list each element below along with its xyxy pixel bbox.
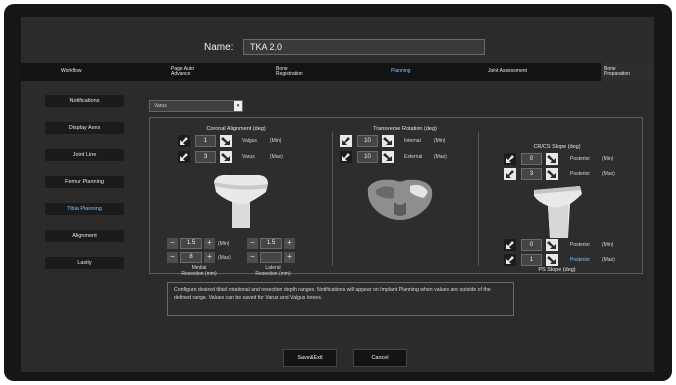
increase-arrow-icon[interactable]: [546, 239, 558, 251]
transverse-max-limit: (Max): [434, 154, 447, 160]
ps-slope-min-limit: (Min): [602, 242, 614, 248]
coronal-alignment-title: Coronal Alignment (deg): [206, 126, 266, 132]
cr-slope-min-value[interactable]: 0: [521, 153, 542, 165]
tibia-transverse-model-image: [367, 179, 433, 220]
min-label: (Min): [218, 241, 230, 247]
save-exit-button[interactable]: Save&Exit: [283, 349, 337, 367]
cr-slope-max-limit: (Max): [602, 171, 615, 177]
lateral-max-value[interactable]: [260, 252, 282, 263]
cr-slope-min-direction: Posterior: [570, 156, 591, 162]
screen: Name: TKA 2.0 Workflow Page Auto Advance…: [21, 17, 654, 372]
medial-max-decrement[interactable]: −: [167, 252, 178, 263]
lateral-max-decrement[interactable]: −: [247, 252, 258, 263]
tibia-sagittal-model-image: [534, 186, 582, 238]
workflow-steps-bar: Workflow Page Auto Advance Bone Registra…: [21, 63, 654, 81]
increase-arrow-icon[interactable]: [382, 135, 394, 147]
medial-max-increment[interactable]: +: [204, 252, 215, 263]
ps-slope-min-value[interactable]: 0: [521, 239, 542, 251]
device-bezel: Name: TKA 2.0 Workflow Page Auto Advance…: [4, 4, 672, 381]
coronal-min-value[interactable]: 1: [195, 135, 216, 147]
step-joint-assessment[interactable]: Joint Assessment: [488, 63, 527, 81]
ps-slope-max-value[interactable]: 1: [521, 254, 542, 266]
lateral-max-increment[interactable]: +: [284, 252, 295, 263]
medial-max-value[interactable]: 8: [180, 252, 202, 263]
step-planning[interactable]: Planning: [391, 63, 410, 81]
decrease-arrow-icon[interactable]: [178, 151, 190, 163]
info-message: Configure desired tibial rotational and …: [167, 282, 514, 316]
cr-cs-slope-title: CR/CS Slope (deg): [533, 144, 581, 150]
medial-min-decrement[interactable]: −: [167, 238, 178, 249]
increase-arrow-icon[interactable]: [546, 254, 558, 266]
ps-slope-min-direction: Posterior: [570, 242, 591, 248]
increase-arrow-icon[interactable]: [220, 135, 232, 147]
decrease-arrow-icon[interactable]: [340, 151, 352, 163]
transverse-min-limit: (Min): [434, 138, 446, 144]
lateral-min-increment[interactable]: +: [284, 238, 295, 249]
sidebar-item-alignment[interactable]: Alignment: [45, 230, 124, 242]
chevron-down-icon: ▾: [234, 101, 242, 111]
increase-arrow-icon[interactable]: [546, 168, 558, 180]
ps-slope-max-limit: (Max): [602, 257, 615, 263]
increase-arrow-icon[interactable]: [546, 153, 558, 165]
sidebar-item-joint-line[interactable]: Joint Line: [45, 149, 124, 161]
coronal-max-value[interactable]: 3: [195, 151, 216, 163]
step-workflow[interactable]: Workflow: [61, 63, 81, 81]
cr-slope-min-limit: (Min): [602, 156, 614, 162]
increase-arrow-icon[interactable]: [382, 151, 394, 163]
name-input[interactable]: TKA 2.0: [243, 39, 485, 55]
coronal-min-direction: Valgus: [242, 138, 257, 144]
sidebar-item-tibia-planning[interactable]: Tibia Planning: [45, 203, 124, 215]
decrease-arrow-icon[interactable]: [504, 254, 516, 266]
panel-divider: [478, 132, 479, 266]
medial-min-value[interactable]: 1.5: [180, 238, 202, 249]
transverse-max-direction: External: [404, 154, 423, 160]
coronal-max-limit: (Max): [270, 154, 283, 160]
coronal-min-limit: (Min): [270, 138, 282, 144]
max-label: (Max): [218, 255, 231, 261]
sidebar-item-display-axes[interactable]: Display Axes: [45, 122, 124, 134]
sidebar-item-laxity[interactable]: Laxity: [45, 257, 124, 269]
sidebar-item-femur-planning[interactable]: Femur Planning: [45, 176, 124, 188]
tibia-coronal-model-image: [214, 174, 268, 228]
lateral-resection-caption: Lateral Resection (mm): [255, 265, 291, 277]
cr-slope-max-direction: Posterior: [570, 171, 591, 177]
decrease-arrow-icon[interactable]: [178, 135, 190, 147]
cr-slope-max-value[interactable]: 3: [521, 168, 542, 180]
transverse-min-value[interactable]: 10: [357, 135, 378, 147]
step-bone-preparation[interactable]: Bone Preparation: [601, 63, 654, 81]
name-row: Name: TKA 2.0: [21, 39, 654, 57]
panel-divider: [332, 132, 333, 266]
sidebar-item-notifications[interactable]: Notifications: [45, 95, 124, 107]
tibia-planning-panel: Coronal Alignment (deg) 1 Valgus (Min) 3…: [149, 117, 643, 277]
knee-type-dropdown[interactable]: Varus ▾: [149, 100, 243, 112]
step-page-auto-advance[interactable]: Page Auto Advance: [171, 63, 194, 81]
name-label: Name:: [204, 42, 234, 53]
lateral-min-value[interactable]: 1.5: [260, 238, 282, 249]
step-bone-registration[interactable]: Bone Registration: [276, 63, 303, 81]
cancel-button[interactable]: Cancel: [353, 349, 407, 367]
transverse-min-direction: Internal: [404, 138, 421, 144]
increase-arrow-icon[interactable]: [220, 151, 232, 163]
lateral-min-decrement[interactable]: −: [247, 238, 258, 249]
medial-min-increment[interactable]: +: [204, 238, 215, 249]
ps-slope-max-direction: Posterior: [570, 257, 591, 263]
transverse-rotation-title: Transverse Rotation (deg): [373, 126, 437, 132]
medial-resection-caption: Medial Resection (mm): [181, 265, 217, 277]
ps-slope-title: PS Slope (deg): [538, 267, 576, 273]
decrease-arrow-icon[interactable]: [340, 135, 352, 147]
transverse-max-value[interactable]: 10: [357, 151, 378, 163]
decrease-arrow-icon[interactable]: [504, 153, 516, 165]
coronal-max-direction: Varus: [242, 154, 255, 160]
decrease-arrow-icon[interactable]: [504, 168, 516, 180]
decrease-arrow-icon[interactable]: [504, 239, 516, 251]
